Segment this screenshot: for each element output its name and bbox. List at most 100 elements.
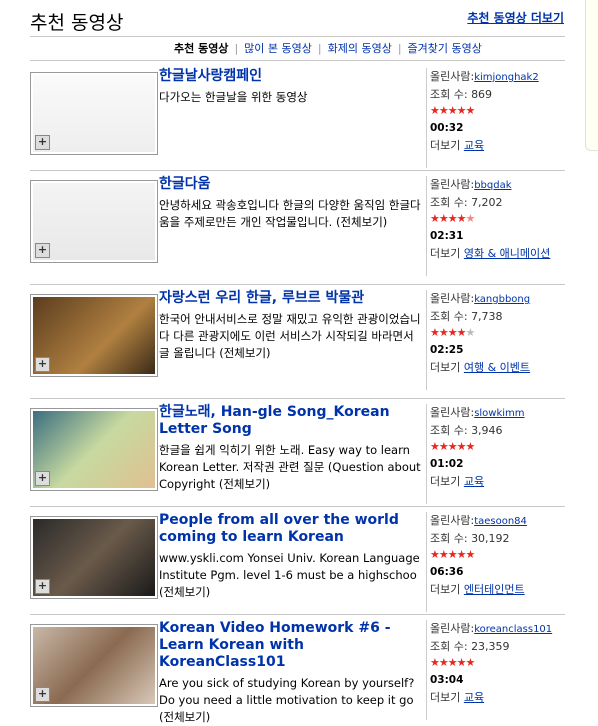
views-label: 조회 수: xyxy=(430,196,468,209)
video-title[interactable]: 한글다움 xyxy=(159,176,421,193)
video-duration: 02:31 xyxy=(430,230,464,242)
star-icon: ★ xyxy=(438,440,449,453)
full-view-link[interactable]: (전체보기) xyxy=(219,477,270,491)
category-link[interactable]: 교육 xyxy=(464,691,484,704)
tab-recommended[interactable]: 추천 동영상 xyxy=(174,42,228,55)
video-info: 자랑스런 우리 한글, 루브르 박물관 한국어 안내서비스로 정말 재밌고 유익… xyxy=(159,290,421,362)
row-divider xyxy=(30,284,565,285)
uploader-label: 올린사람: xyxy=(430,292,475,305)
add-icon[interactable]: + xyxy=(35,357,50,372)
tab-hot[interactable]: 화제의 동영상 xyxy=(328,42,392,55)
video-meta: 올린사람:koreanclass101 조회 수: 23,359 ★★★★★ 0… xyxy=(426,620,570,720)
star-icon: ★ xyxy=(465,548,476,561)
star-icon: ★ xyxy=(438,104,449,117)
tab-favorites[interactable]: 즐겨찾기 동영상 xyxy=(408,42,482,55)
video-duration: 03:04 xyxy=(430,674,464,686)
description-text: 한국어 안내서비스로 정말 재밌고 유익한 관광이었습니다 다른 관광지에도 이… xyxy=(159,312,421,360)
views-label: 조회 수: xyxy=(430,424,468,437)
side-panel-edge xyxy=(585,0,598,151)
full-view-link[interactable]: (전체보기) xyxy=(159,585,210,599)
views-label: 조회 수: xyxy=(430,310,468,323)
star-icon: ★ xyxy=(430,326,440,339)
thumbnail-image: + xyxy=(33,183,155,260)
view-count: 869 xyxy=(471,88,493,101)
star-icon: ★ xyxy=(456,326,467,339)
video-thumbnail[interactable]: + xyxy=(30,180,158,263)
rating-stars: ★★★★★ xyxy=(430,547,570,563)
video-thumbnail[interactable]: + xyxy=(30,72,158,155)
add-icon[interactable]: + xyxy=(35,471,50,486)
more-label: 더보기 xyxy=(430,361,461,374)
uploader-label: 올린사람: xyxy=(430,514,475,527)
full-view-link[interactable]: (전체보기) xyxy=(219,346,270,360)
tab-separator: | xyxy=(234,42,239,55)
add-icon[interactable]: + xyxy=(35,243,50,258)
video-thumbnail[interactable]: + xyxy=(30,624,158,707)
star-icon: ★ xyxy=(438,326,449,339)
video-item: + 자랑스런 우리 한글, 루브르 박물관 한국어 안내서비스로 정말 재밌고 … xyxy=(30,290,565,396)
header-divider xyxy=(30,36,565,37)
video-meta: 올린사람:kimjonghak2 조회 수: 869 ★★★★★ 00:32 더… xyxy=(426,68,570,168)
view-count: 23,359 xyxy=(471,640,510,653)
video-thumbnail[interactable]: + xyxy=(30,408,158,491)
video-item: + 한글날사랑캠페인 다가오는 한글날을 위한 동영상 올린사람:kimjong… xyxy=(30,68,565,174)
uploader-link[interactable]: slowkimm xyxy=(474,408,524,419)
star-icon: ★ xyxy=(456,548,467,561)
add-icon[interactable]: + xyxy=(35,579,50,594)
star-icon: ★ xyxy=(438,656,449,669)
uploader-link[interactable]: taesoon84 xyxy=(474,516,527,527)
category-link[interactable]: 교육 xyxy=(464,475,484,488)
view-count: 7,738 xyxy=(471,310,503,323)
video-title[interactable]: People from all over the world coming to… xyxy=(159,512,421,546)
video-item: + Korean Video Homework #6 - Learn Korea… xyxy=(30,620,565,726)
video-meta: 올린사람:slowkimm 조회 수: 3,946 ★★★★★ 01:02 더보… xyxy=(426,404,570,504)
category-link[interactable]: 여행 & 이벤트 xyxy=(464,361,530,374)
video-meta: 올린사람:kangbbong 조회 수: 7,738 ★★★★★ 02:25 더… xyxy=(426,290,570,390)
row-divider xyxy=(30,170,565,171)
view-count: 3,946 xyxy=(471,424,503,437)
full-view-link[interactable]: (전체보기) xyxy=(336,215,387,229)
rating-stars: ★★★★★ xyxy=(430,439,570,455)
uploader-label: 올린사람: xyxy=(430,178,475,191)
add-icon[interactable]: + xyxy=(35,687,50,702)
description-text: 한글을 쉽게 익히기 위한 노래. Easy way to learn Kore… xyxy=(159,443,421,491)
uploader-link[interactable]: koreanclass101 xyxy=(474,624,552,635)
more-videos-link[interactable]: 추천 동영상 더보기 xyxy=(467,9,564,26)
video-info: People from all over the world coming to… xyxy=(159,512,421,601)
category-link[interactable]: 교육 xyxy=(464,139,484,152)
video-title[interactable]: 자랑스런 우리 한글, 루브르 박물관 xyxy=(159,290,421,307)
tab-most-viewed[interactable]: 많이 본 동영상 xyxy=(244,42,312,55)
category-link[interactable]: 영화 & 애니메이션 xyxy=(464,247,550,260)
video-info: Korean Video Homework #6 - Learn Korean … xyxy=(159,620,421,726)
star-icon: ★ xyxy=(456,212,467,225)
view-count: 7,202 xyxy=(471,196,503,209)
uploader-link[interactable]: bbqdak xyxy=(474,180,511,191)
uploader-link[interactable]: kimjonghak2 xyxy=(474,72,539,83)
video-thumbnail[interactable]: + xyxy=(30,516,158,599)
video-title[interactable]: Korean Video Homework #6 - Learn Korean … xyxy=(159,620,421,671)
star-icon: ★ xyxy=(465,104,476,117)
thumbnail-image: + xyxy=(33,519,155,596)
video-thumbnail[interactable]: + xyxy=(30,294,158,377)
description-text: 다가오는 한글날을 위한 동영상 xyxy=(159,90,308,104)
tab-separator: | xyxy=(397,42,402,55)
add-icon[interactable]: + xyxy=(35,135,50,150)
video-title[interactable]: 한글날사랑캠페인 xyxy=(159,68,421,85)
star-icon: ★ xyxy=(438,548,449,561)
star-icon: ★ xyxy=(447,440,458,453)
star-icon: ★ xyxy=(456,104,467,117)
video-info: 한글날사랑캠페인 다가오는 한글날을 위한 동영상 xyxy=(159,68,421,106)
video-title[interactable]: 한글노래, Han-gle Song_Korean Letter Song xyxy=(159,404,421,438)
full-view-link[interactable]: (전체보기) xyxy=(159,710,210,724)
category-link[interactable]: 엔터테인먼트 xyxy=(464,583,525,596)
views-label: 조회 수: xyxy=(430,532,468,545)
star-icon: ★ xyxy=(447,548,458,561)
views-label: 조회 수: xyxy=(430,640,468,653)
tabs-divider xyxy=(30,60,565,61)
star-icon: ★ xyxy=(438,212,449,225)
video-meta: 올린사람:taesoon84 조회 수: 30,192 ★★★★★ 06:36 … xyxy=(426,512,570,612)
uploader-link[interactable]: kangbbong xyxy=(474,294,530,305)
video-description: www.yskli.com Yonsei Univ. Korean Langua… xyxy=(159,550,421,601)
star-icon: ★ xyxy=(430,440,440,453)
star-icon: ★ xyxy=(447,104,458,117)
